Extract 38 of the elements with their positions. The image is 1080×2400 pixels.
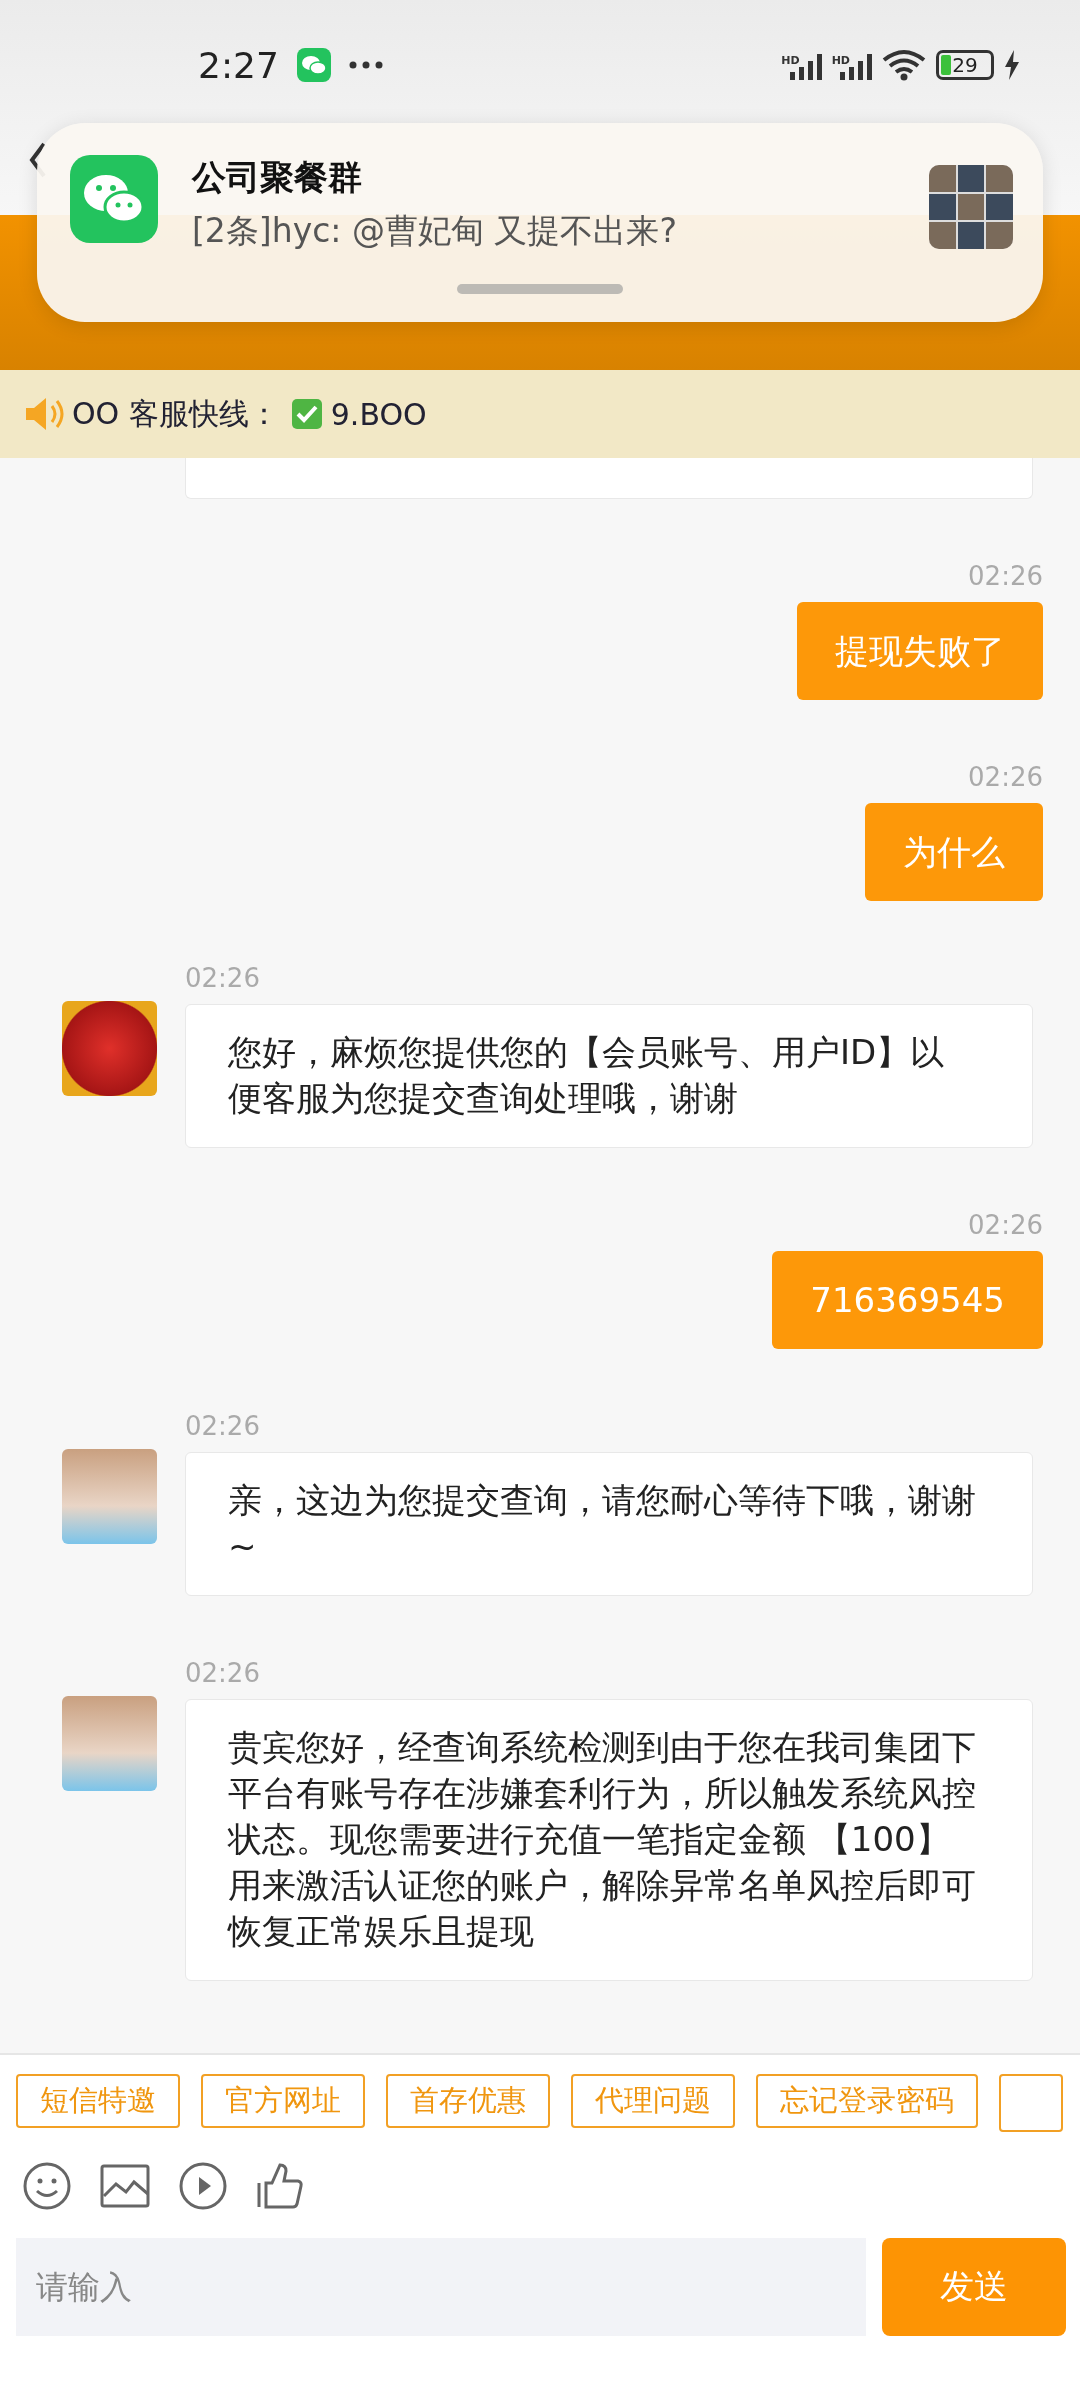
check-icon xyxy=(290,398,323,430)
chat-app-icon xyxy=(296,48,331,82)
message-time: 02:26 xyxy=(968,762,1043,792)
chat-app-icon xyxy=(70,155,158,243)
message-bubble: 贵宾您好，经查询系统检测到由于您在我司集团下平台有账号存在涉嫌套利行为，所以触发系统风控状态。现您需要进行充值一笔指定金额 【100】用来激活认证您的账户，解除异常名单风控后即可恢复正常娱乐且提现 xyxy=(185,1699,1033,1981)
charging-icon xyxy=(1004,50,1020,80)
play-icon[interactable] xyxy=(178,2161,228,2211)
message-time: 02:26 xyxy=(185,963,260,993)
wifi-icon xyxy=(882,48,926,82)
message-input-field[interactable]: 请输入 xyxy=(16,2238,866,2336)
message-bubble: 716369545 xyxy=(772,1251,1043,1349)
message-time: 02:26 xyxy=(968,561,1043,591)
thumbs-up-icon[interactable] xyxy=(256,2161,306,2211)
quick-reply-chip[interactable]: 短信特邀 xyxy=(16,2074,180,2128)
clock-time: 2:27 xyxy=(198,44,279,86)
message-time: 02:26 xyxy=(185,1658,260,1688)
notification-title: 公司聚餐群 xyxy=(192,156,363,199)
speaker-icon xyxy=(24,396,64,432)
emoji-icon[interactable] xyxy=(22,2161,72,2211)
notification-banner[interactable]: 公司聚餐群 [2条]hyc: @曹妃甸 又提不出来? xyxy=(37,123,1043,322)
message-bubble: 提现失败了 xyxy=(797,602,1043,700)
notification-message: [2条]hyc: @曹妃甸 又提不出来? xyxy=(192,210,678,252)
message-bubble: 您好，麻烦您提供您的【会员账号、用户ID】以便客服为您提交查询处理哦，谢谢 xyxy=(185,1004,1033,1148)
send-button[interactable]: 发送 xyxy=(882,2238,1066,2336)
message-time: 02:26 xyxy=(185,1411,260,1441)
notice-label: OO 客服快线： xyxy=(72,394,279,433)
drag-handle[interactable] xyxy=(457,284,623,294)
message-bubble: 为什么 xyxy=(865,803,1043,901)
battery-icon: 29 xyxy=(936,50,994,80)
notice-value: 9.BOO xyxy=(330,396,427,432)
quick-reply-chip[interactable]: 忘记登录密码 xyxy=(756,2074,978,2128)
quick-reply-chip[interactable]: 首存优惠 xyxy=(386,2074,550,2128)
message-time: 02:26 xyxy=(968,1210,1043,1240)
image-icon[interactable] xyxy=(100,2164,150,2208)
more-icon xyxy=(348,61,383,69)
quick-reply-chip[interactable]: 官方网址 xyxy=(201,2074,365,2128)
quick-reply-chip[interactable]: 代理问题 xyxy=(571,2074,735,2128)
message-bubble: 亲，这边为您提交查询，请您耐心等待下哦，谢谢~ xyxy=(185,1452,1033,1596)
